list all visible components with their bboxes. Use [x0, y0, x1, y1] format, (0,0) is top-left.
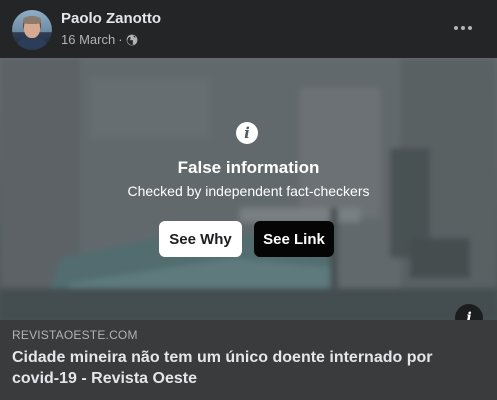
see-link-button[interactable]: See Link — [254, 221, 334, 257]
link-headline[interactable]: Cidade mineira não tem um único doente i… — [12, 347, 482, 389]
meta-separator: · — [118, 32, 123, 47]
more-dot — [461, 26, 465, 30]
link-domain: REVISTAOESTE.COM — [12, 328, 138, 342]
see-why-button[interactable]: See Why — [159, 221, 242, 257]
more-dot — [468, 26, 472, 30]
warning-title: False information — [177, 158, 320, 177]
author-name[interactable]: Paolo Zanotto — [61, 10, 161, 27]
avatar-hair — [23, 16, 41, 24]
post-header: Paolo Zanotto 16 March · — [0, 0, 497, 58]
warning-subtitle: Checked by independent fact-checkers — [127, 183, 370, 199]
info-icon: i — [236, 122, 258, 144]
globe-icon[interactable] — [126, 34, 138, 46]
more-dot — [454, 26, 458, 30]
post-meta: 16 March · — [61, 32, 138, 47]
facebook-post: Paolo Zanotto 16 March · i False informa… — [0, 0, 497, 400]
post-date[interactable]: 16 March — [61, 32, 115, 47]
post-media-blurred: i False information Checked by independe… — [0, 58, 497, 320]
link-preview[interactable]: REVISTAOESTE.COM Cidade mineira não tem … — [0, 320, 497, 400]
more-options-icon[interactable] — [450, 18, 476, 38]
avatar-body — [16, 37, 48, 50]
avatar[interactable] — [12, 10, 52, 50]
